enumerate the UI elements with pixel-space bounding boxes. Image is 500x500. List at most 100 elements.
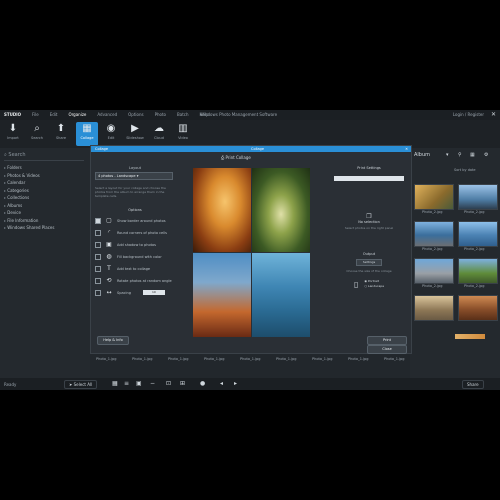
photo-thumbnail[interactable]: [458, 221, 498, 247]
photo-thumbnail[interactable]: [458, 258, 498, 284]
option-checkbox[interactable]: [95, 241, 101, 248]
tree-item[interactable]: Photos & Videos: [4, 172, 54, 180]
menu-item[interactable]: Options: [128, 112, 143, 117]
folder-tree: Folders Photos & Videos Calendar Categor…: [4, 164, 54, 232]
tree-item[interactable]: Device: [4, 209, 54, 217]
orientation-label: Portrait: [367, 279, 379, 283]
fit-icon[interactable]: ⊡: [166, 380, 171, 387]
list-icon[interactable]: ≡: [124, 380, 129, 387]
spacing-input[interactable]: 10: [142, 290, 165, 295]
import-icon: ⬇: [8, 123, 18, 134]
option-checkbox[interactable]: [95, 277, 101, 284]
menu-item[interactable]: File: [32, 112, 39, 117]
option-row[interactable]: T Add text to collage: [95, 265, 175, 272]
option-row[interactable]: ◍ Fill background with color: [95, 253, 175, 260]
orientation-landscape[interactable]: ○ Landscape: [364, 284, 384, 289]
output-settings-button[interactable]: Settings: [356, 259, 382, 266]
tree-item[interactable]: Albums: [4, 202, 54, 210]
filmstrip-caption: Photo_1.jpg: [168, 357, 189, 361]
option-label: Round corners of photo cells: [117, 230, 167, 235]
option-checkbox[interactable]: [95, 229, 101, 236]
tree-item[interactable]: Categories: [4, 187, 54, 195]
option-label: Spacing: [117, 290, 131, 295]
collage-cell[interactable]: [193, 253, 251, 337]
layout-select[interactable]: 4 photos - Landscape ▾: [95, 172, 173, 180]
dialog-title: Collage: [95, 147, 109, 151]
shadow-icon: ▣: [106, 241, 112, 248]
option-row[interactable]: ◜ Round corners of photo cells: [95, 229, 175, 236]
menu-item[interactable]: Photo: [155, 112, 166, 117]
option-checkbox[interactable]: [95, 253, 101, 260]
panel-title: Album: [414, 152, 431, 158]
toolbar-cloud[interactable]: ☁ Cloud: [148, 122, 170, 146]
account-link[interactable]: Login / Register: [453, 112, 484, 117]
menu-item[interactable]: Edit: [50, 112, 58, 117]
toolbar-edit[interactable]: ◉ Edit: [100, 122, 122, 146]
tree-item[interactable]: Folders: [4, 164, 54, 172]
right-panel-header: Album ▾ ⚲ ▦ ⚙: [410, 152, 500, 162]
settings-icon[interactable]: ⚙: [484, 152, 488, 158]
sort-label[interactable]: Sort by date: [454, 168, 476, 172]
dropdown-icon[interactable]: ▾: [446, 152, 449, 158]
output-hint: Choose the size of the collage: [346, 269, 392, 273]
grid-view-icon[interactable]: ▦: [470, 152, 475, 158]
photo-thumbnail[interactable]: [414, 295, 454, 321]
share-button[interactable]: Share: [462, 380, 484, 389]
filter-icon[interactable]: ⚲: [458, 152, 462, 158]
tool-label: Import: [7, 136, 19, 140]
option-row[interactable]: ▣ Add shadow to photos: [95, 241, 175, 248]
filmstrip-caption: Photo_1.jpg: [312, 357, 333, 361]
photo-thumbnail[interactable]: [414, 258, 454, 284]
toolbar-import[interactable]: ⬇ Import: [2, 122, 24, 146]
rotate-icon: ⟲: [106, 277, 112, 284]
minus-icon[interactable]: −: [150, 380, 155, 387]
toolbar: ⬇ Import ⌕ Search ⬆ Share ▦ Collage ◉ Ed…: [0, 120, 500, 148]
phone-icon: ▯: [353, 279, 359, 289]
option-label: Add shadow to photos: [117, 242, 156, 247]
toolbar-search[interactable]: ⌕ Search: [26, 122, 48, 146]
search-input[interactable]: ⌕ Search: [4, 152, 84, 161]
grid-icon[interactable]: ▦: [112, 380, 118, 387]
zoom-icon[interactable]: ⊞: [180, 380, 185, 387]
tree-item[interactable]: File Information: [4, 217, 54, 225]
left-panel: ⌕ Search Folders Photos & Videos Calenda…: [0, 148, 90, 378]
select-all-label: Select All: [73, 382, 93, 387]
option-checkbox[interactable]: [95, 217, 101, 224]
photo-thumbnail[interactable]: [458, 295, 498, 321]
collage-cell[interactable]: [193, 168, 251, 252]
next-icon[interactable]: ▸: [234, 380, 237, 387]
select-all-button[interactable]: ➤ Select All: [64, 380, 98, 389]
toolbar-slideshow[interactable]: ▶ Slideshow: [124, 122, 146, 146]
dot-icon[interactable]: ●: [200, 380, 205, 387]
tree-item[interactable]: Windows Shared Places: [4, 224, 54, 232]
menu-item[interactable]: Advanced: [97, 112, 117, 117]
collage-cell[interactable]: [252, 168, 310, 252]
corner-icon: ◜: [107, 229, 111, 236]
collage-cell[interactable]: [252, 253, 310, 337]
photo-thumbnail[interactable]: [414, 221, 454, 247]
photo-thumbnail[interactable]: [414, 184, 454, 210]
photo-thumbnail[interactable]: [455, 334, 485, 339]
app-brand: STUDIO: [4, 112, 22, 117]
option-row[interactable]: ⟲ Rotate photos at random angle: [95, 277, 175, 284]
tree-item[interactable]: Calendar: [4, 179, 54, 187]
close-button[interactable]: Close: [367, 345, 407, 354]
printer-select[interactable]: [334, 176, 404, 181]
toolbar-share[interactable]: ⬆ Share: [50, 122, 72, 146]
film-icon[interactable]: ▣: [136, 380, 142, 387]
toolbar-video[interactable]: ▥ Video: [172, 122, 194, 146]
option-checkbox[interactable]: [95, 265, 101, 272]
option-checkbox[interactable]: [95, 289, 101, 296]
option-row[interactable]: ▢ Show border around photos: [95, 217, 175, 224]
option-row[interactable]: ↔ Spacing 10: [95, 289, 175, 296]
prev-icon[interactable]: ◂: [220, 380, 223, 387]
close-icon[interactable]: ✕: [491, 111, 496, 118]
tree-item[interactable]: Collections: [4, 194, 54, 202]
menu-item[interactable]: Batch: [177, 112, 189, 117]
print-button[interactable]: Print: [367, 336, 407, 345]
close-icon[interactable]: ✕: [405, 147, 408, 151]
toolbar-collage[interactable]: ▦ Collage: [76, 122, 98, 146]
help-button[interactable]: Help & Info: [97, 336, 129, 345]
photo-thumbnail[interactable]: [458, 184, 498, 210]
menu-item[interactable]: Organize: [68, 112, 86, 117]
